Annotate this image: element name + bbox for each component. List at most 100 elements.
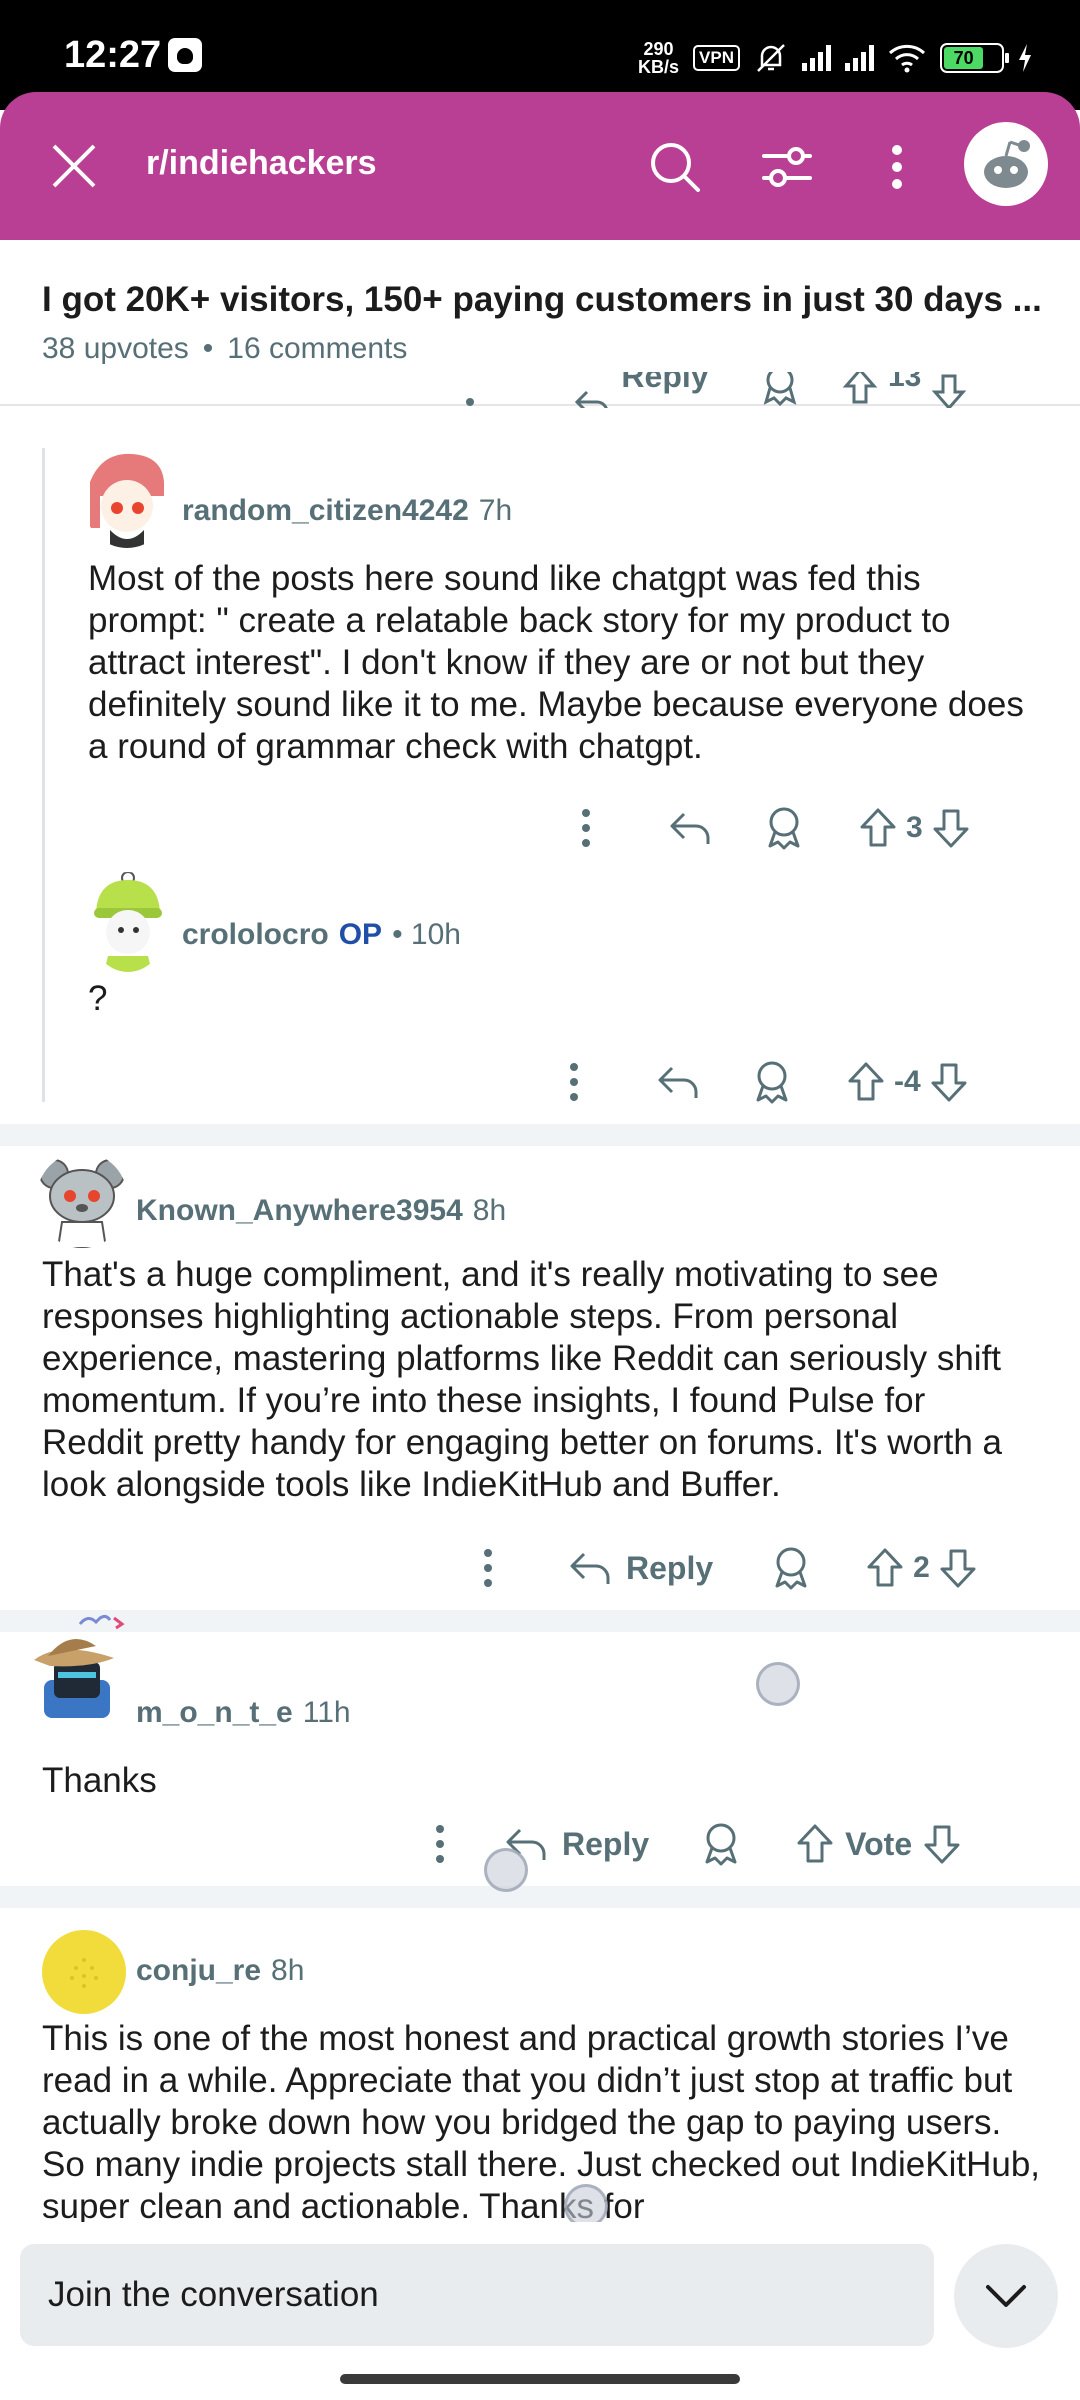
more-vertical-icon <box>582 809 590 847</box>
reply-label: Reply <box>562 1825 650 1862</box>
battery-icon: 70 <box>940 43 1009 73</box>
separator-dot: • <box>202 332 214 365</box>
downvote-arrow-icon[interactable] <box>929 1061 969 1103</box>
upvote-arrow-icon[interactable] <box>795 1823 835 1865</box>
comment-author[interactable]: m_o_n_t_e <box>136 1696 293 1730</box>
reply-button[interactable] <box>648 1052 708 1112</box>
wifi-icon <box>888 44 926 73</box>
vote-count: 2 <box>913 1551 930 1584</box>
mute-bell-icon <box>757 44 785 72</box>
more-vertical-icon <box>892 145 902 189</box>
reply-button[interactable]: Reply <box>560 372 720 408</box>
comment-author[interactable]: crololocro <box>182 918 329 952</box>
comment-actions: 3 <box>556 798 971 858</box>
comment-body: Thanks <box>42 1761 157 1800</box>
award-icon <box>763 372 797 407</box>
network-speed-unit: KB/s <box>638 57 680 77</box>
reply-arrow-icon <box>658 1066 698 1098</box>
comment-body: That's a huge compliment, and it's reall… <box>42 1255 1002 1504</box>
avatar[interactable] <box>88 872 168 972</box>
award-button[interactable] <box>742 1052 802 1112</box>
signal-icon <box>845 45 874 71</box>
comment-author[interactable]: conju_re <box>136 1954 261 1988</box>
comment-time: 8h <box>472 1194 507 1227</box>
award-button[interactable] <box>761 1538 821 1598</box>
touch-indicator <box>756 1662 800 1706</box>
more-vertical-icon <box>570 1063 578 1101</box>
subreddit-name[interactable]: r/indiehackers <box>146 144 377 183</box>
award-icon <box>768 807 800 850</box>
avatar[interactable] <box>30 1610 134 1718</box>
comment-author-row: conju_re 8h <box>136 1954 304 1988</box>
more-button[interactable] <box>440 372 500 408</box>
downvote-arrow-icon[interactable] <box>931 807 971 849</box>
reply-arrow-icon <box>570 1552 610 1584</box>
reply-button[interactable] <box>660 798 720 858</box>
award-button[interactable] <box>740 372 820 408</box>
award-icon <box>775 1547 807 1590</box>
search-button[interactable] <box>640 132 710 202</box>
upvote-arrow-icon[interactable] <box>846 1061 886 1103</box>
user-avatar-icon <box>39 1159 125 1248</box>
award-button[interactable] <box>691 1814 751 1874</box>
avatar[interactable] <box>36 1152 128 1248</box>
comment-time: 8h <box>271 1954 305 1987</box>
notification-app-icon <box>168 38 202 72</box>
award-icon <box>756 1061 788 1104</box>
comment-author[interactable]: Known_Anywhere3954 <box>136 1194 463 1228</box>
vote-controls: 13 <box>840 372 969 408</box>
user-avatar-icon <box>34 1614 125 1718</box>
comment: conju_re 8h This is one of the most hone… <box>0 1908 1080 2222</box>
sort-filter-button[interactable] <box>752 132 822 202</box>
network-speed: 290 KB/s <box>638 40 679 76</box>
downvote-arrow-icon[interactable] <box>922 1823 962 1865</box>
more-button[interactable] <box>556 798 616 858</box>
post-meta: 38 upvotes • 16 comments <box>42 332 407 366</box>
avatar[interactable] <box>42 1930 126 2014</box>
search-icon <box>651 143 700 192</box>
comment-time: • 10h <box>392 918 461 951</box>
upvote-arrow-icon[interactable] <box>840 372 880 408</box>
vote-controls: 2 <box>865 1538 978 1598</box>
award-button[interactable] <box>754 798 814 858</box>
home-indicator[interactable] <box>340 2374 740 2384</box>
comment-body: ? <box>88 979 108 1018</box>
touch-indicator <box>484 1848 528 1892</box>
comment-time: 7h <box>478 494 513 527</box>
close-icon <box>52 144 96 188</box>
upvote-arrow-icon[interactable] <box>858 807 898 849</box>
downvote-arrow-icon[interactable] <box>929 372 969 408</box>
vpn-badge: VPN <box>693 45 740 71</box>
more-options-button[interactable] <box>862 132 932 202</box>
comment-body: Most of the posts here sound like chatgp… <box>88 559 1024 766</box>
join-conversation-input[interactable]: Join the conversation <box>20 2244 934 2346</box>
comment-author[interactable]: random_citizen4242 <box>182 494 469 528</box>
user-avatar-icon <box>70 1958 98 1988</box>
user-avatar-button[interactable] <box>964 122 1048 206</box>
more-button[interactable] <box>544 1052 604 1112</box>
charging-icon <box>1019 44 1031 72</box>
reply-label: Reply <box>621 372 709 394</box>
status-icons: 290 KB/s VPN 70 <box>638 38 1032 78</box>
filter-sliders-icon <box>762 147 812 187</box>
signal-icon <box>802 45 831 71</box>
comment-actions: -4 <box>544 1052 969 1112</box>
avatar[interactable] <box>82 448 172 548</box>
close-button[interactable] <box>46 138 102 194</box>
more-button[interactable] <box>410 1814 470 1874</box>
vote-count: 13 <box>888 372 922 393</box>
more-vertical-icon <box>466 398 474 406</box>
upvote-arrow-icon[interactable] <box>865 1547 905 1589</box>
downvote-arrow-icon[interactable] <box>938 1547 978 1589</box>
more-vertical-icon <box>436 1825 444 1863</box>
comment-divider <box>0 1124 1080 1146</box>
reply-button[interactable]: Reply <box>568 1538 713 1598</box>
comment-count: 16 comments <box>227 332 408 365</box>
more-button[interactable] <box>458 1538 518 1598</box>
comment-author-row: Known_Anywhere3954 8h <box>136 1194 506 1228</box>
jump-next-button[interactable] <box>954 2244 1058 2348</box>
post-title[interactable]: I got 20K+ visitors, 150+ paying custome… <box>42 280 1042 320</box>
upvote-count: 38 upvotes <box>42 332 189 365</box>
reply-arrow-icon <box>670 812 710 844</box>
comment-time: 11h <box>302 1696 351 1729</box>
